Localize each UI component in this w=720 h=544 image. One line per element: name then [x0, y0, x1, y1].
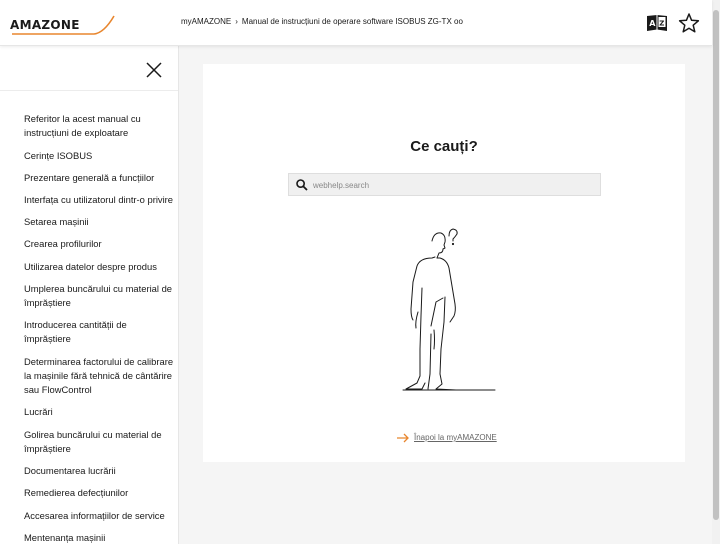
amazone-logo[interactable]: AMAZONE: [10, 12, 116, 38]
sidebar-item-product-data[interactable]: Utilizarea datelor despre produs: [24, 260, 176, 274]
top-header: AMAZONE myAMAZONE › Manual de instrucțiuni…: [0, 0, 712, 46]
sidebar-item-machine-setup[interactable]: Setarea mașinii: [24, 215, 176, 229]
breadcrumb-separator: ›: [235, 17, 238, 26]
sidebar-item-isobus-requirements[interactable]: Cerințe ISOBUS: [24, 149, 176, 163]
sidebar-item-service-info[interactable]: Accesarea informațiilor de service: [24, 509, 176, 523]
sidebar-nav: Referitor la acest manual cu instrucțiun…: [24, 112, 176, 544]
back-link-label: Înapoi la myAMAZONE: [414, 433, 497, 442]
sidebar-item-about-manual[interactable]: Referitor la acest manual cu instrucțiun…: [24, 112, 176, 140]
sidebar-item-filling-hopper[interactable]: Umplerea buncărului cu material de împră…: [24, 282, 176, 310]
sidebar-item-user-interface[interactable]: Interfața cu utilizatorul dintr-o privir…: [24, 193, 176, 207]
breadcrumb-root-link[interactable]: myAMAZONE: [181, 17, 231, 26]
sidebar: Referitor la acest manual cu instrucțiun…: [0, 46, 179, 544]
sidebar-item-documenting-work[interactable]: Documentarea lucrării: [24, 464, 176, 478]
sidebar-header: [0, 46, 178, 91]
sidebar-item-maintenance[interactable]: Mentenanța mașinii: [24, 531, 176, 544]
thinking-person-illustration: [402, 228, 496, 391]
svg-text:A: A: [649, 19, 656, 28]
search-icon[interactable]: [296, 179, 308, 191]
arrow-right-icon: [397, 433, 409, 443]
sidebar-item-work[interactable]: Lucrări: [24, 405, 176, 419]
sidebar-item-troubleshooting[interactable]: Remedierea defecțiunilor: [24, 486, 176, 500]
star-icon[interactable]: [678, 12, 700, 34]
sidebar-item-calibration-factor[interactable]: Determinarea factorului de calibrare la …: [24, 355, 176, 397]
back-to-myamazone-link[interactable]: Înapoi la myAMAZONE: [396, 433, 497, 443]
sidebar-item-spread-rate[interactable]: Introducerea cantității de împrăștiere: [24, 318, 176, 346]
sidebar-item-profiles[interactable]: Crearea profilurilor: [24, 237, 176, 251]
sidebar-item-functions-overview[interactable]: Prezentare generală a funcțiilor: [24, 171, 176, 185]
search-box[interactable]: [288, 173, 601, 196]
search-panel: Ce cauți? Înapoi la myAMAZONE: [203, 64, 685, 462]
page-scrollbar[interactable]: [712, 0, 720, 544]
scrollbar-thumb[interactable]: [713, 10, 719, 520]
logo-swoosh-icon: [12, 15, 115, 35]
breadcrumb-current: Manual de instrucțiuni de operare softwa…: [241, 17, 463, 26]
book-language-icon[interactable]: A Z: [646, 12, 668, 34]
sidebar-item-emptying-hopper[interactable]: Golirea buncărului cu material de împrăș…: [24, 428, 176, 456]
close-icon[interactable]: [144, 60, 164, 80]
svg-text:Z: Z: [659, 20, 664, 28]
search-input[interactable]: [313, 177, 593, 193]
page-title: Ce cauți?: [410, 138, 478, 155]
breadcrumb: myAMAZONE › Manual de instrucțiuni de oper…: [181, 17, 463, 26]
